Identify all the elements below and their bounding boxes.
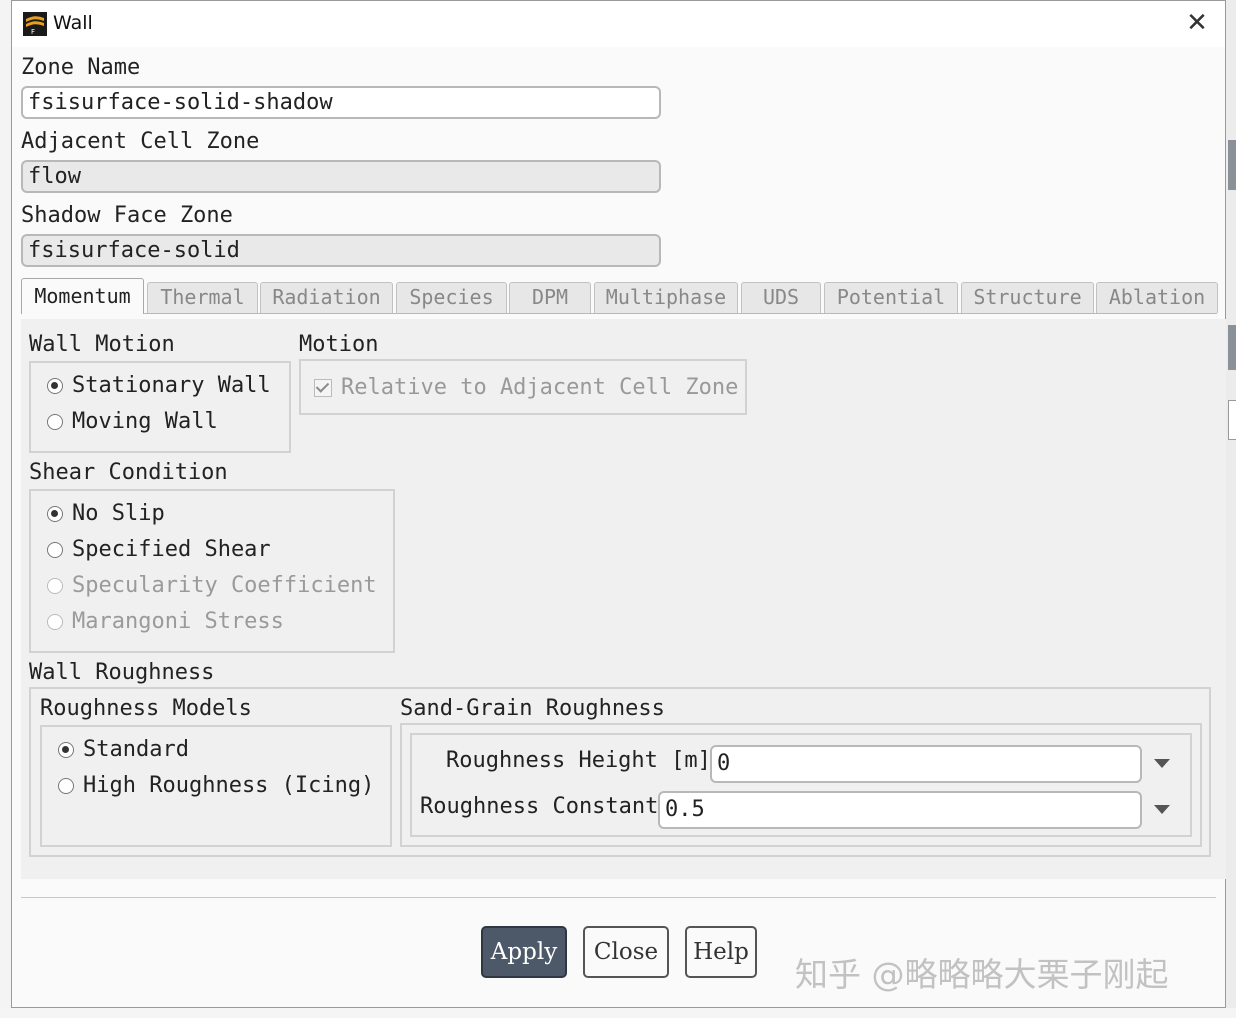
close-button[interactable]: Close: [583, 926, 669, 978]
specified-shear-radio[interactable]: Specified Shear: [47, 537, 271, 562]
shear-condition-group: No Slip Specified Shear Specularity Coef…: [29, 489, 395, 653]
specularity-coefficient-radio: Specularity Coefficient: [47, 573, 377, 598]
motion-group: Relative to Adjacent Cell Zone: [299, 359, 747, 415]
background-app-block: [1228, 325, 1236, 370]
relative-to-adjacent-cell-zone-checkbox: Relative to Adjacent Cell Zone: [314, 375, 738, 400]
motion-title: Motion: [299, 332, 379, 357]
radio-empty-icon: [47, 541, 63, 558]
wall-roughness-group: Roughness Models Standard High Roughness…: [29, 687, 1211, 857]
tab-radiation[interactable]: Radiation: [260, 282, 393, 313]
marangoni-stress-label: Marangoni Stress: [72, 609, 284, 634]
title-bar[interactable]: F Wall ✕: [12, 1, 1225, 47]
adjacent-cell-zone-field: flow: [21, 160, 661, 193]
high-roughness-icing-label: High Roughness (Icing): [83, 773, 375, 798]
apply-button[interactable]: Apply: [481, 926, 567, 978]
specified-shear-label: Specified Shear: [72, 537, 271, 562]
roughness-constant-dropdown-icon[interactable]: [1154, 805, 1170, 814]
background-app-bottom: [0, 1008, 1236, 1018]
tab-multiphase[interactable]: Multiphase: [594, 282, 738, 313]
moving-wall-radio[interactable]: Moving Wall: [47, 409, 218, 434]
wall-motion-group: Stationary Wall Moving Wall: [29, 361, 291, 453]
stationary-wall-label: Stationary Wall: [72, 373, 271, 398]
roughness-height-dropdown-icon[interactable]: [1154, 759, 1170, 768]
window-title: Wall: [53, 12, 93, 34]
tab-dpm[interactable]: DPM: [509, 282, 591, 313]
stationary-wall-radio[interactable]: Stationary Wall: [47, 373, 271, 398]
watermark: 知乎 @略略略大栗子刚起: [795, 955, 1169, 994]
radio-empty-icon: [47, 613, 63, 630]
roughness-height-input[interactable]: 0: [710, 745, 1142, 783]
tab-divider: [21, 313, 1217, 314]
radio-selected-icon: [58, 741, 74, 758]
sand-grain-roughness-group: Roughness Height [m] 0 Roughness Constan…: [400, 723, 1202, 847]
wall-roughness-title: Wall Roughness: [29, 660, 215, 685]
radio-selected-icon: [47, 505, 63, 522]
shadow-face-zone-field: fsisurface-solid: [21, 234, 661, 267]
close-window-icon[interactable]: ✕: [1183, 9, 1211, 37]
background-app-block: [1228, 140, 1236, 190]
zone-name-input[interactable]: fsisurface-solid-shadow: [21, 86, 661, 119]
specularity-coefficient-label: Specularity Coefficient: [72, 573, 377, 598]
tab-potential[interactable]: Potential: [824, 282, 958, 313]
moving-wall-label: Moving Wall: [72, 409, 218, 434]
radio-empty-icon: [58, 777, 74, 794]
checkbox-checked-icon: [314, 378, 332, 397]
relative-to-adjacent-cell-zone-label: Relative to Adjacent Cell Zone: [341, 375, 739, 400]
roughness-constant-label: Roughness Constant: [420, 794, 659, 819]
roughness-models-title: Roughness Models: [40, 696, 252, 721]
svg-text:F: F: [31, 28, 35, 36]
tab-uds[interactable]: UDS: [741, 282, 821, 313]
wall-dialog: F Wall ✕ Zone Name fsisurface-solid-shad…: [11, 0, 1226, 1008]
tab-structure[interactable]: Structure: [961, 282, 1094, 313]
sand-grain-roughness-inner: Roughness Height [m] 0 Roughness Constan…: [410, 733, 1192, 837]
sand-grain-roughness-title: Sand-Grain Roughness: [400, 696, 665, 721]
background-app-block: [1228, 400, 1236, 440]
high-roughness-icing-radio[interactable]: High Roughness (Icing): [58, 773, 374, 798]
adjacent-cell-zone-label: Adjacent Cell Zone: [21, 129, 260, 154]
standard-roughness-label: Standard: [83, 737, 189, 762]
momentum-panel: Wall Motion Stationary Wall Moving Wall …: [21, 319, 1226, 879]
radio-empty-icon: [47, 577, 63, 594]
background-app-right: [1226, 0, 1236, 1018]
fluent-app-icon: F: [23, 12, 47, 36]
marangoni-stress-radio: Marangoni Stress: [47, 609, 284, 634]
standard-roughness-radio[interactable]: Standard: [58, 737, 189, 762]
tab-species[interactable]: Species: [396, 282, 507, 313]
help-button[interactable]: Help: [685, 926, 757, 978]
radio-selected-icon: [47, 377, 63, 394]
zone-name-label: Zone Name: [21, 55, 141, 80]
tab-ablation[interactable]: Ablation: [1096, 282, 1218, 313]
wall-motion-title: Wall Motion: [29, 332, 175, 357]
tab-momentum[interactable]: Momentum: [21, 278, 144, 314]
roughness-constant-input[interactable]: 0.5: [658, 791, 1142, 829]
shear-condition-title: Shear Condition: [29, 460, 228, 485]
roughness-height-label: Roughness Height [m]: [446, 748, 711, 773]
button-bar-divider: [21, 897, 1216, 898]
no-slip-radio[interactable]: No Slip: [47, 501, 165, 526]
radio-empty-icon: [47, 413, 63, 430]
no-slip-label: No Slip: [72, 501, 165, 526]
roughness-models-group: Standard High Roughness (Icing): [40, 725, 392, 847]
tab-thermal[interactable]: Thermal: [147, 282, 258, 313]
shadow-face-zone-label: Shadow Face Zone: [21, 203, 233, 228]
